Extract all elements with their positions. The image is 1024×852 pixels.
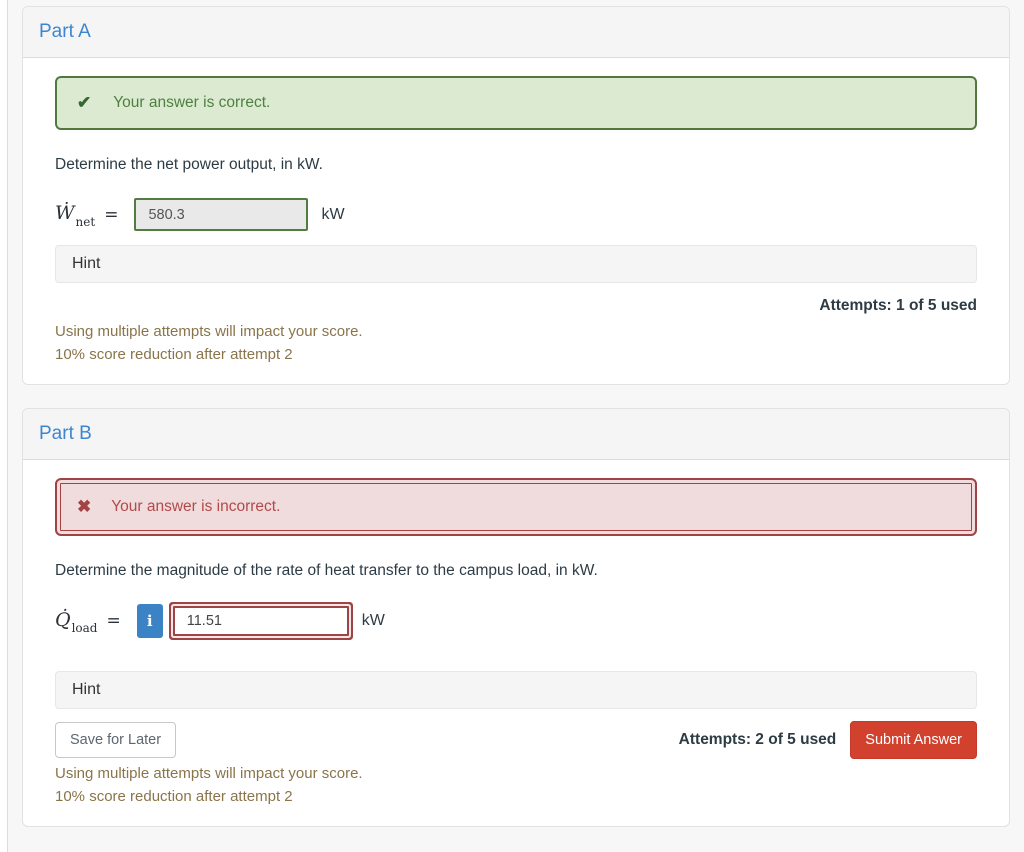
incorrect-answer-banner: ✖ Your answer is incorrect.	[55, 478, 977, 536]
incorrect-banner-text: Your answer is incorrect.	[111, 498, 281, 515]
w-net-variable: Ẇnet	[55, 202, 96, 229]
info-icon[interactable]: i	[136, 604, 163, 638]
part-b-card: Part B ✖ Your answer is incorrect. Deter…	[22, 408, 1010, 827]
part-a-unit-label: kW	[321, 205, 345, 223]
x-icon: ✖	[77, 497, 92, 516]
w-net-subscript: net	[75, 214, 96, 229]
q-load-subscript: load	[71, 621, 98, 636]
q-load-variable: Q̇load	[55, 608, 98, 636]
q-dot-symbol: Q̇	[55, 608, 71, 631]
part-a-question: Determine the net power output, in kW.	[55, 156, 323, 173]
check-icon: ✔	[77, 93, 92, 112]
part-b-header: Part B	[23, 409, 1009, 460]
part-b-attempts-counter: Attempts: 2 of 5 used	[678, 731, 837, 748]
part-a-header: Part A	[23, 7, 1009, 58]
part-b-unit-label: kW	[361, 612, 385, 629]
part-b-hint-button[interactable]: Hint	[55, 671, 977, 709]
warning-line-2: 10% score reduction after attempt 2	[55, 787, 293, 805]
equals-sign: =	[104, 204, 119, 225]
part-b-title: Part B	[39, 423, 92, 444]
part-b-formula-row: Q̇load = i kW	[55, 604, 977, 638]
part-a-formula-row: Ẇnet = kW	[55, 198, 977, 231]
submit-answer-button[interactable]: Submit Answer	[850, 721, 977, 759]
part-b-body: ✖ Your answer is incorrect. Determine th…	[23, 460, 1009, 826]
equals-sign: =	[106, 611, 121, 631]
quiz-page: Part A ✔ Your answer is correct. Determi…	[7, 0, 1024, 852]
part-a-title: Part A	[39, 21, 91, 42]
warning-line-1: Using multiple attempts will impact your…	[55, 765, 363, 782]
warning-line-1: Using multiple attempts will impact your…	[55, 323, 363, 340]
part-a-hint-button[interactable]: Hint	[55, 245, 977, 283]
correct-answer-banner: ✔ Your answer is correct.	[55, 76, 977, 130]
correct-banner-text: Your answer is correct.	[113, 94, 271, 111]
part-a-score-warning: Using multiple attempts will impact your…	[55, 321, 977, 366]
part-b-action-row: Save for Later Attempts: 2 of 5 used Sub…	[55, 721, 977, 759]
part-a-card: Part A ✔ Your answer is correct. Determi…	[22, 6, 1010, 385]
part-b-score-warning: Using multiple attempts will impact your…	[55, 763, 977, 808]
part-b-question: Determine the magnitude of the rate of h…	[55, 562, 598, 579]
part-a-answer-input[interactable]	[134, 198, 309, 231]
part-a-body: ✔ Your answer is correct. Determine the …	[23, 58, 1009, 384]
part-a-attempts-counter: Attempts: 1 of 5 used	[819, 297, 977, 314]
part-b-answer-input[interactable]	[172, 606, 349, 636]
part-b-action-right: Attempts: 2 of 5 used Submit Answer	[679, 721, 977, 759]
save-for-later-button[interactable]: Save for Later	[55, 722, 177, 758]
w-dot-symbol: Ẇ	[55, 202, 75, 225]
warning-line-2: 10% score reduction after attempt 2	[55, 345, 293, 363]
